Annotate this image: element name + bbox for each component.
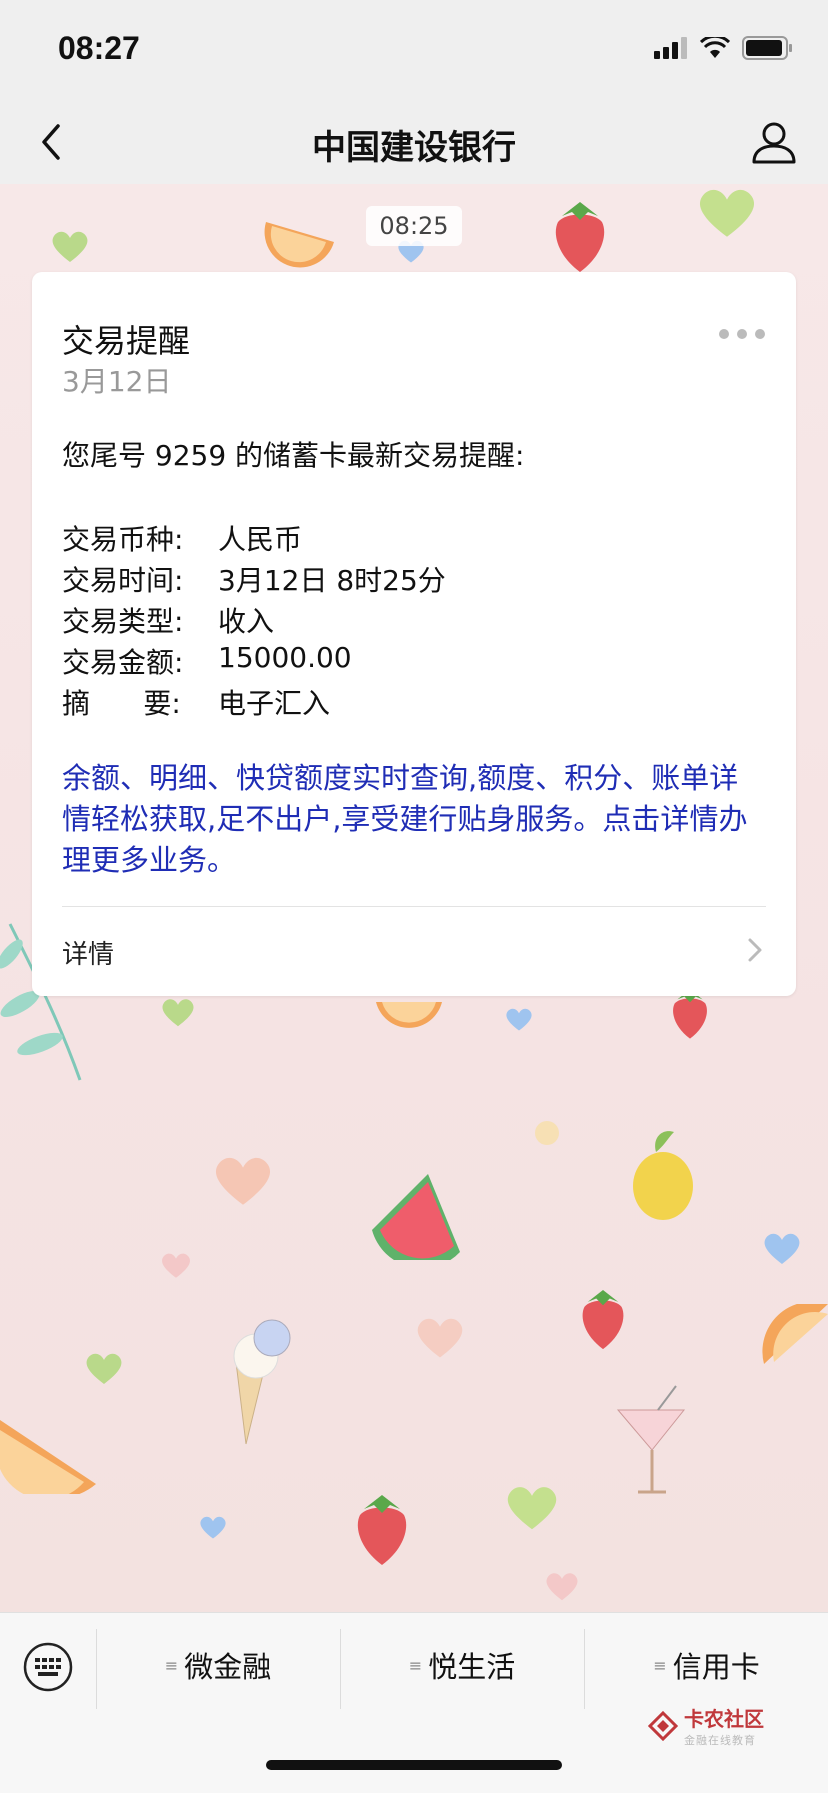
field-value: 3月12日 8时25分 (218, 564, 446, 597)
nav-bar: 中国建设银行 (0, 100, 828, 184)
menu-item-wei-jinrong[interactable]: ≡ 微金融 (97, 1635, 339, 1695)
menu-lines-icon: ≡ (653, 1655, 667, 1675)
battery-icon (742, 36, 792, 60)
keyboard-icon[interactable] (22, 1641, 74, 1693)
status-icons (654, 36, 794, 60)
page-title: 中国建设银行 (312, 128, 516, 168)
status-bar: 08:27 (0, 0, 828, 100)
field-label: 摘 要: (62, 687, 181, 720)
details-label: 详情 (62, 940, 115, 970)
menu-item-label: 悦生活 (428, 1650, 516, 1684)
watermark: 卡农社区 金融在线教育 (648, 1703, 764, 1748)
ice-cream-decoration (233, 1319, 291, 1445)
orange-slice-decoration (376, 1002, 442, 1028)
menu-item-credit-card[interactable]: ≡ 信用卡 (585, 1635, 828, 1695)
wifi-icon (700, 37, 730, 58)
menu-item-yue-shenghuo[interactable]: ≡ 悦生活 (341, 1635, 583, 1695)
menu-item-label: 信用卡 (672, 1650, 760, 1684)
menu-lines-icon: ≡ (408, 1655, 423, 1675)
profile-icon[interactable] (746, 114, 802, 170)
menu-item-label: 微金融 (184, 1650, 272, 1684)
strawberry-decoration (555, 202, 605, 272)
watermark-text: 卡农社区 金融在线教育 (684, 1703, 764, 1748)
sun-decoration (535, 1121, 559, 1145)
watermark-sub: 金融在线教育 (684, 1734, 756, 1747)
field-row-summary: 摘 要: 电子汇入 (62, 682, 330, 722)
orange-slice-decoration (264, 222, 334, 268)
field-row-time: 交易时间: 3月12日 8时25分 (62, 559, 446, 599)
status-time: 08:27 (58, 30, 140, 66)
cocktail-decoration (616, 1385, 686, 1494)
strawberry-decoration (357, 1495, 407, 1565)
heart-decoration (699, 189, 755, 237)
field-label: 交易类型: (62, 605, 184, 638)
chevron-right-icon (748, 938, 762, 962)
heart-decoration (200, 1516, 226, 1539)
message-timestamp: 08:25 (366, 206, 462, 246)
card-date: 3月12日 (62, 365, 172, 398)
watermelon-decoration (372, 1174, 460, 1260)
heart-decoration (417, 1318, 463, 1358)
card-title: 交易提醒 (62, 322, 191, 360)
heart-decoration (52, 231, 88, 262)
card-intro-text: 您尾号 9259 的储蓄卡最新交易提醒: (62, 439, 525, 472)
more-options-icon[interactable] (718, 324, 766, 344)
watermark-main: 卡农社区 (684, 1707, 764, 1731)
lemon-decoration (633, 1131, 693, 1220)
field-value: 收入 (218, 605, 275, 638)
cellular-signal-icon (654, 37, 687, 59)
details-link[interactable]: 详情 (62, 920, 766, 980)
field-row-currency: 交易币种: 人民币 (62, 518, 302, 558)
field-label: 交易币种: (62, 523, 184, 556)
heart-decoration (162, 1253, 190, 1278)
field-row-type: 交易类型: 收入 (62, 600, 274, 640)
field-value: 电子汇入 (218, 687, 331, 720)
field-label: 交易时间: (62, 564, 184, 597)
heart-decoration (215, 1157, 271, 1205)
field-row-amount: 交易金额: 15000.00 (62, 641, 352, 681)
field-value: 15000.00 (218, 641, 352, 674)
heart-decoration (162, 999, 194, 1027)
transaction-notification-card[interactable]: 交易提醒 3月12日 您尾号 9259 的储蓄卡最新交易提醒: 交易币种: 人民… (32, 272, 796, 996)
watermark-logo-icon (648, 1710, 678, 1741)
field-value: 人民币 (218, 523, 303, 556)
heart-decoration (764, 1233, 800, 1264)
heart-decoration (546, 1573, 578, 1601)
menu-lines-icon: ≡ (164, 1655, 179, 1675)
strawberry-decoration (582, 1290, 624, 1350)
orange-slice-decoration (0, 1420, 96, 1494)
promo-text: 余额、明细、快贷额度实时查询,额度、积分、账单详情轻松获取,足不出户,享受建行贴… (62, 761, 748, 877)
orange-slice-decoration (762, 1304, 828, 1364)
divider (62, 906, 766, 907)
home-indicator[interactable] (266, 1760, 562, 1770)
field-label: 交易金额: (62, 646, 184, 679)
heart-decoration (506, 1008, 532, 1031)
heart-decoration (507, 1487, 557, 1530)
heart-decoration (86, 1353, 122, 1384)
